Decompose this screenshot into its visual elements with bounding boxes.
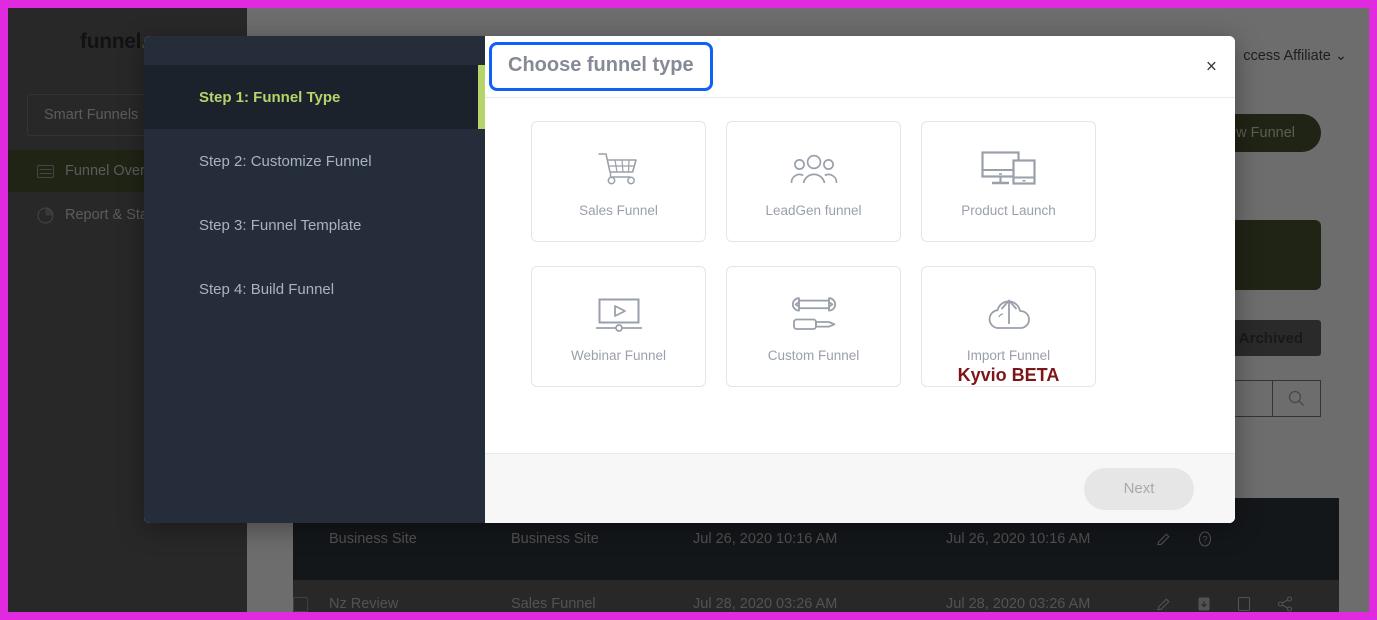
page-title: Choose funnel type [508, 54, 694, 76]
devices-icon [980, 146, 1037, 194]
step-label: Step 2: Customize Funnel [199, 152, 372, 170]
video-player-icon [593, 291, 645, 339]
tools-icon [786, 291, 842, 339]
modal-footer: Next [485, 453, 1235, 523]
step-3-funnel-template[interactable]: Step 3: Funnel Template [144, 193, 485, 257]
cloud-upload-icon [985, 291, 1033, 339]
people-group-icon [790, 146, 838, 194]
step-1-funnel-type[interactable]: Step 1: Funnel Type [144, 65, 485, 129]
step-label: Step 1: Funnel Type [199, 88, 341, 106]
funnel-card-label: Webinar Funnel [570, 348, 667, 363]
funnel-card-leadgen-funnel[interactable]: LeadGen funnel [726, 121, 901, 242]
funnel-card-label: LeadGen funnel [765, 203, 862, 218]
funnel-card-label: Custom Funnel [767, 348, 860, 363]
step-4-build-funnel[interactable]: Step 4: Build Funnel [144, 257, 485, 321]
funnel-card-custom-funnel[interactable]: Custom Funnel [726, 266, 901, 387]
modal-title-highlight: Choose funnel type [489, 42, 713, 91]
funnel-card-webinar-funnel[interactable]: Webinar Funnel [531, 266, 706, 387]
modal-header: Choose funnel type × [485, 36, 1235, 98]
page-root: funnel. Smart Funnels Funnel Overview Re… [0, 0, 1377, 620]
funnel-card-label: Import Funnel [966, 348, 1051, 363]
choose-funnel-type-modal: Step 1: Funnel Type Step 2: Customize Fu… [144, 36, 1235, 523]
close-icon[interactable]: × [1206, 57, 1217, 76]
funnel-card-label: Product Launch [961, 203, 1056, 218]
funnel-card-sales-funnel[interactable]: Sales Funnel [531, 121, 706, 242]
funnel-card-label: Sales Funnel [579, 203, 658, 218]
step-label: Step 3: Funnel Template [199, 216, 362, 234]
shopping-cart-icon [596, 146, 642, 194]
funnel-type-row-2: Webinar Funnel Custom Funnel Import Funn… [531, 266, 1189, 387]
funnel-card-badge: Kyvio BETA [957, 365, 1060, 385]
modal-body: Choose funnel type × Sales Funnel LeadGe… [485, 36, 1235, 523]
funnel-type-grid: Sales Funnel LeadGen funnel Product Laun… [485, 98, 1235, 453]
funnel-card-import-funnel[interactable]: Import Funnel Kyvio BETA [921, 266, 1096, 387]
step-label: Step 4: Build Funnel [199, 280, 335, 298]
funnel-type-row-1: Sales Funnel LeadGen funnel Product Laun… [531, 121, 1189, 242]
funnel-card-product-launch[interactable]: Product Launch [921, 121, 1096, 242]
modal-step-sidebar: Step 1: Funnel Type Step 2: Customize Fu… [144, 36, 485, 523]
step-2-customize-funnel[interactable]: Step 2: Customize Funnel [144, 129, 485, 193]
next-button[interactable]: Next [1084, 467, 1194, 510]
